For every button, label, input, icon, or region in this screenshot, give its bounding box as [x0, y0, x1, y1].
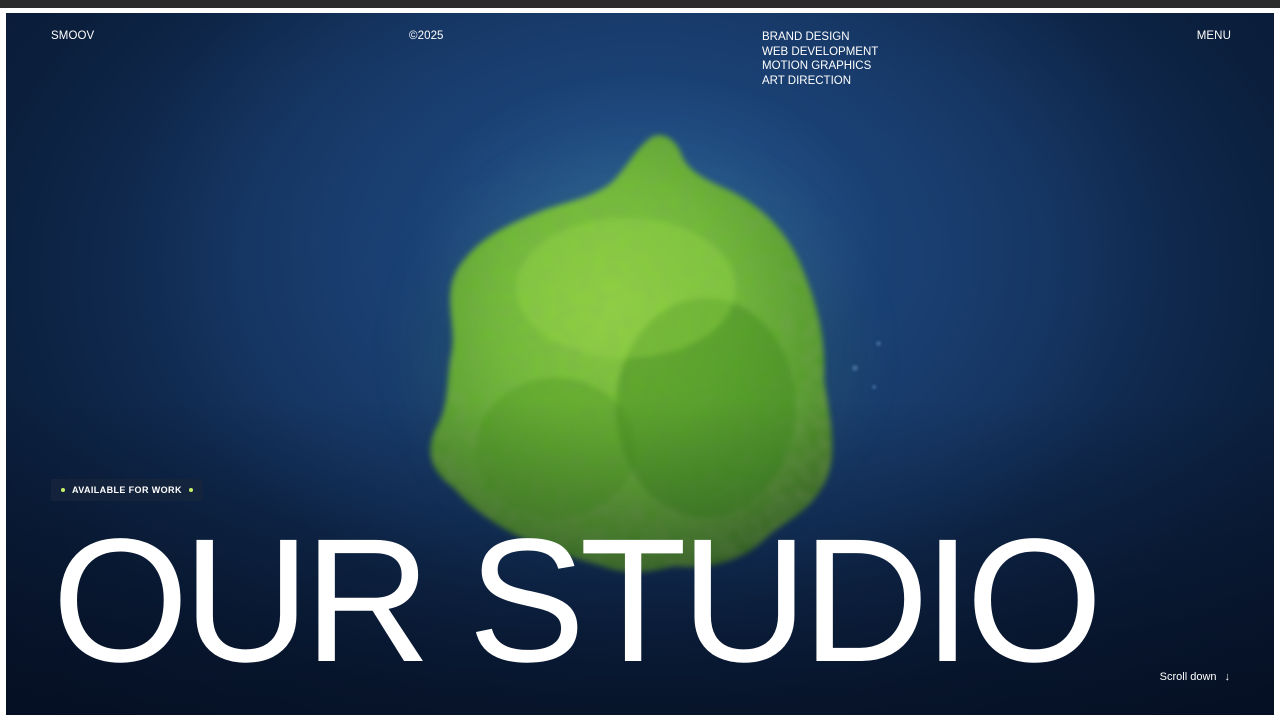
floating-particle: [876, 341, 881, 346]
arrow-down-icon: ↓: [1224, 670, 1231, 683]
scroll-down-button[interactable]: Scroll down ↓: [1160, 671, 1230, 683]
status-dot-icon: [61, 488, 65, 492]
menu-button[interactable]: MENU: [1197, 29, 1231, 44]
hero-section: SMOOV ©2025 BRAND DESIGN WEB DEVELOPMENT…: [6, 13, 1274, 715]
services-list: BRAND DESIGN WEB DEVELOPMENT MOTION GRAP…: [762, 30, 878, 89]
service-item-motion-graphics: MOTION GRAPHICS: [762, 60, 872, 73]
service-item-web-development: WEB DEVELOPMENT: [762, 45, 879, 58]
scroll-down-label: Scroll down: [1159, 671, 1217, 683]
status-dot-icon: [188, 488, 193, 492]
service-item-brand-design: BRAND DESIGN: [762, 31, 850, 43]
hero-title: OUR STUDIO: [52, 503, 1103, 699]
site-logo[interactable]: SMOOV: [51, 29, 94, 44]
browser-top-bar: [0, 0, 1280, 8]
floating-particle: [852, 365, 858, 371]
copyright-text: ©2025: [409, 30, 444, 42]
floating-particle: [872, 385, 876, 389]
availability-label: AVAILABLE FOR WORK: [72, 485, 182, 495]
service-item-art-direction: ART DIRECTION: [762, 75, 852, 88]
availability-badge: AVAILABLE FOR WORK: [51, 479, 203, 501]
